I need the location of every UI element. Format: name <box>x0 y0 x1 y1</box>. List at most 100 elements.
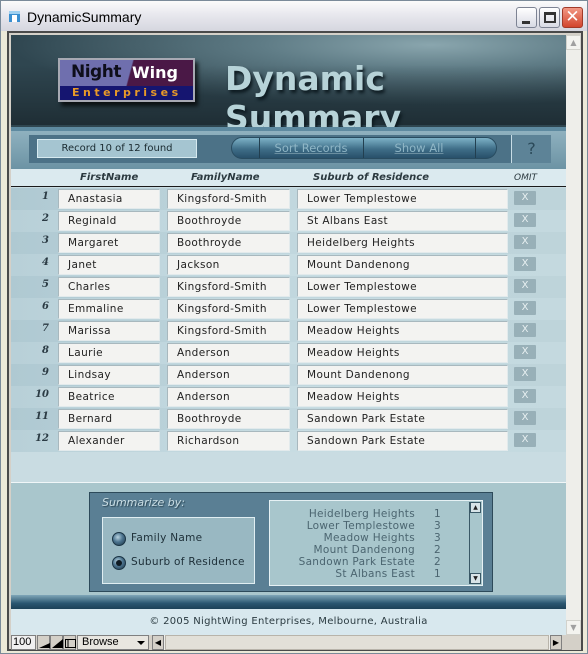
zoom-level[interactable]: 100 <box>11 635 36 650</box>
table-row[interactable]: 10 Beatrice Anderson Meadow Heights X <box>11 386 566 408</box>
familyname-field[interactable]: Kingsford-Smith <box>167 277 290 297</box>
scroll-thumb[interactable] <box>165 635 549 650</box>
zoom-out-button[interactable] <box>37 635 50 650</box>
omit-button[interactable]: X <box>514 235 536 249</box>
table-row[interactable]: 9 Lindsay Anderson Mount Dandenong X <box>11 364 566 386</box>
layout-content: Night Wing Enterprises Dynamic Summary R… <box>11 35 566 635</box>
footer: © 2005 NightWing Enterprises, Melbourne,… <box>11 609 566 635</box>
suburb-field[interactable]: Lower Templestowe <box>297 277 508 297</box>
summary-results-list[interactable]: Heidelberg Heights 1 Lower Templestowe 3 Mea… <box>269 500 483 586</box>
familyname-field[interactable]: Boothroyde <box>167 211 290 231</box>
mode-select[interactable]: Browse <box>77 635 149 650</box>
omit-button[interactable]: X <box>514 301 536 315</box>
summary-panel: Summarize by: Family Name Suburb of Resi… <box>89 492 493 592</box>
scroll-up-icon[interactable]: ▲ <box>566 35 581 50</box>
table-row[interactable]: 1 Anastasia Kingsford-Smith Lower Templesto… <box>11 188 566 210</box>
omit-button[interactable]: X <box>514 213 536 227</box>
table-row[interactable]: 5 Charles Kingsford-Smith Lower Templestowe… <box>11 276 566 298</box>
omit-button[interactable]: X <box>514 389 536 403</box>
radio-button-icon[interactable] <box>112 532 126 546</box>
suburb-field[interactable]: Heidelberg Heights <box>297 233 508 253</box>
firstname-field[interactable]: Anastasia <box>58 189 160 209</box>
record-number: 9 <box>42 367 49 378</box>
suburb-field[interactable]: Mount Dandenong <box>297 365 508 385</box>
horizontal-scrollbar[interactable]: ◀ ▶ <box>152 635 562 650</box>
summary-row: Sandown Park Estate 2 <box>270 556 460 568</box>
summarize-by-label: Summarize by: <box>102 496 185 509</box>
toggle-status-area-button[interactable] <box>63 635 76 650</box>
familyname-field[interactable]: Kingsford-Smith <box>167 321 290 341</box>
omit-button[interactable]: X <box>514 345 536 359</box>
table-row[interactable]: 12 Alexander Richardson Sandown Park Estate… <box>11 430 566 452</box>
suburb-field[interactable]: Meadow Heights <box>297 321 508 341</box>
minimize-button[interactable] <box>516 7 537 28</box>
omit-button[interactable]: X <box>514 279 536 293</box>
table-row[interactable]: 7 Marissa Kingsford-Smith Meadow Heights X <box>11 320 566 342</box>
omit-button[interactable]: X <box>514 433 536 447</box>
firstname-field[interactable]: Bernard <box>58 409 160 429</box>
firstname-field[interactable]: Reginald <box>58 211 160 231</box>
scroll-down-icon[interactable]: ▼ <box>566 620 581 635</box>
suburb-field[interactable]: Sandown Park Estate <box>297 409 508 429</box>
familyname-field[interactable]: Anderson <box>167 387 290 407</box>
omit-button[interactable]: X <box>514 191 536 205</box>
familyname-field[interactable]: Anderson <box>167 343 290 363</box>
firstname-field[interactable]: Janet <box>58 255 160 275</box>
table-row[interactable]: 2 Reginald Boothroyde St Albans East X <box>11 210 566 232</box>
scroll-right-icon[interactable]: ▶ <box>550 635 562 650</box>
table-row[interactable]: 4 Janet Jackson Mount Dandenong X <box>11 254 566 276</box>
zoom-in-button[interactable] <box>50 635 63 650</box>
maximize-icon <box>544 12 556 23</box>
firstname-field[interactable]: Emmaline <box>58 299 160 319</box>
firstname-field[interactable]: Alexander <box>58 431 160 451</box>
table-row[interactable]: 11 Bernard Boothroyde Sandown Park Estate X <box>11 408 566 430</box>
omit-button[interactable]: X <box>514 323 536 337</box>
help-button[interactable]: ? <box>511 135 551 163</box>
radio-button-icon[interactable] <box>112 556 126 570</box>
maximize-button[interactable] <box>539 7 560 28</box>
suburb-field[interactable]: St Albans East <box>297 211 508 231</box>
resize-grip-icon[interactable] <box>564 635 579 650</box>
summary-group-count: 2 <box>434 544 441 556</box>
table-row[interactable]: 8 Laurie Anderson Meadow Heights X <box>11 342 566 364</box>
familyname-field[interactable]: Kingsford-Smith <box>167 189 290 209</box>
familyname-field[interactable]: Richardson <box>167 431 290 451</box>
suburb-field[interactable]: Lower Templestowe <box>297 299 508 319</box>
familyname-field[interactable]: Boothroyde <box>167 233 290 253</box>
omit-button[interactable]: X <box>514 257 536 271</box>
minimize-icon <box>522 21 530 24</box>
record-number: 3 <box>42 235 49 246</box>
summary-scrollbar[interactable]: ▲ ▼ <box>469 502 481 584</box>
record-number: 1 <box>42 191 49 202</box>
firstname-field[interactable]: Charles <box>58 277 160 297</box>
scroll-left-icon[interactable]: ◀ <box>152 635 164 650</box>
firstname-field[interactable]: Margaret <box>58 233 160 253</box>
suburb-field[interactable]: Sandown Park Estate <box>297 431 508 451</box>
omit-button[interactable]: X <box>514 367 536 381</box>
scroll-down-icon[interactable]: ▼ <box>470 573 481 584</box>
familyname-field[interactable]: Jackson <box>167 255 290 275</box>
record-number: 11 <box>35 411 49 422</box>
suburb-field[interactable]: Meadow Heights <box>297 343 508 363</box>
familyname-field[interactable]: Anderson <box>167 365 290 385</box>
omit-button[interactable]: X <box>514 411 536 425</box>
familyname-field[interactable]: Boothroyde <box>167 409 290 429</box>
show-all-button[interactable]: Show All <box>364 138 474 158</box>
sort-records-button[interactable]: Sort Records <box>260 138 362 158</box>
firstname-field[interactable]: Beatrice <box>58 387 160 407</box>
scroll-up-icon[interactable]: ▲ <box>470 502 481 513</box>
page-title: Dynamic Summary <box>225 59 402 137</box>
table-row[interactable]: 3 Margaret Boothroyde Heidelberg Heights X <box>11 232 566 254</box>
firstname-field[interactable]: Lindsay <box>58 365 160 385</box>
suburb-field[interactable]: Lower Templestowe <box>297 189 508 209</box>
close-button[interactable]: ✕ <box>562 7 583 28</box>
firstname-field[interactable]: Laurie <box>58 343 160 363</box>
familyname-field[interactable]: Kingsford-Smith <box>167 299 290 319</box>
vertical-scrollbar[interactable]: ▲ ▼ <box>566 35 581 635</box>
summary-group-count: 3 <box>434 520 441 532</box>
firstname-field[interactable]: Marissa <box>58 321 160 341</box>
record-number: 8 <box>42 345 49 356</box>
suburb-field[interactable]: Mount Dandenong <box>297 255 508 275</box>
table-row[interactable]: 6 Emmaline Kingsford-Smith Lower Templestow… <box>11 298 566 320</box>
suburb-field[interactable]: Meadow Heights <box>297 387 508 407</box>
